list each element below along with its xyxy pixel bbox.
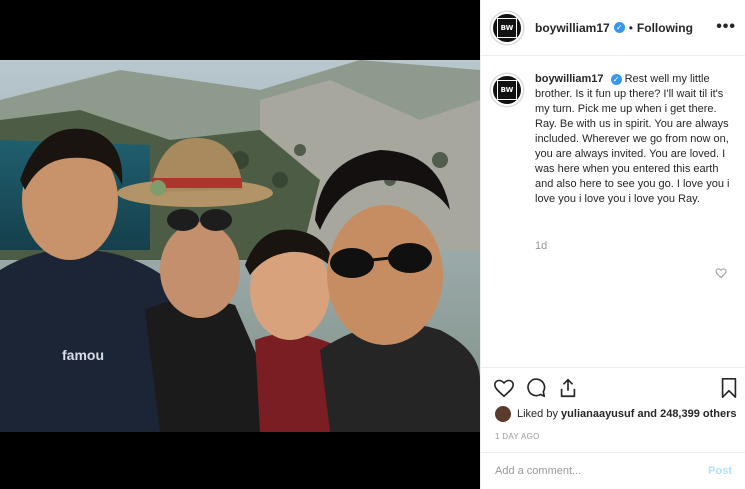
caption-verified-badge-icon: ✓	[610, 74, 622, 85]
likes-summary: Liked by yulianaayusuf and 248,399 other…	[495, 406, 737, 422]
comment-bar: Post	[481, 452, 745, 489]
caption-avatar[interactable]: BW	[491, 74, 523, 106]
separator-dot: •	[628, 20, 633, 35]
bookmark-icon[interactable]	[719, 377, 739, 404]
selfie-photo-illustration: famou	[0, 60, 480, 432]
username-link[interactable]: boywilliam17	[535, 21, 610, 35]
caption-age: 1d	[535, 240, 548, 252]
caption-username-link[interactable]: boywilliam17	[535, 73, 603, 85]
likes-count-link[interactable]: and 248,399 others	[637, 408, 736, 420]
post-side-panel: BW boywilliam17 ✓ • Following ••• BW boy…	[480, 0, 745, 489]
svg-text:famou: famou	[62, 347, 104, 363]
more-options-icon[interactable]: •••	[716, 18, 736, 36]
caption-heart-icon[interactable]	[715, 266, 727, 284]
caption: BW boywilliam17 ✓ Rest well my little br…	[491, 72, 741, 207]
liker-avatar[interactable]	[495, 406, 511, 422]
brand-logo: BW	[497, 17, 517, 38]
comment-input[interactable]	[495, 465, 709, 477]
post-button[interactable]: Post	[708, 465, 732, 477]
following-button[interactable]: Following	[637, 21, 693, 35]
action-bar	[481, 367, 745, 407]
caption-brand-logo: BW	[497, 80, 517, 100]
post-header: BW boywilliam17 ✓ • Following •••	[481, 0, 745, 56]
comment-icon[interactable]	[525, 377, 547, 404]
verified-badge-icon: ✓	[613, 22, 625, 33]
avatar[interactable]: BW	[491, 11, 523, 44]
photo-panel: famou	[0, 0, 480, 489]
post-date: 1 DAY AGO	[495, 432, 540, 441]
liked-by-user-link[interactable]: yulianaayusuf	[561, 408, 634, 420]
post-photo[interactable]: famou	[0, 60, 480, 432]
heart-icon[interactable]	[493, 377, 515, 404]
liked-by-prefix: Liked by	[517, 408, 558, 420]
caption-text: boywilliam17 ✓ Rest well my little broth…	[535, 72, 733, 207]
share-icon[interactable]	[557, 377, 579, 404]
caption-body: Rest well my little brother. Is it fun u…	[535, 73, 730, 205]
